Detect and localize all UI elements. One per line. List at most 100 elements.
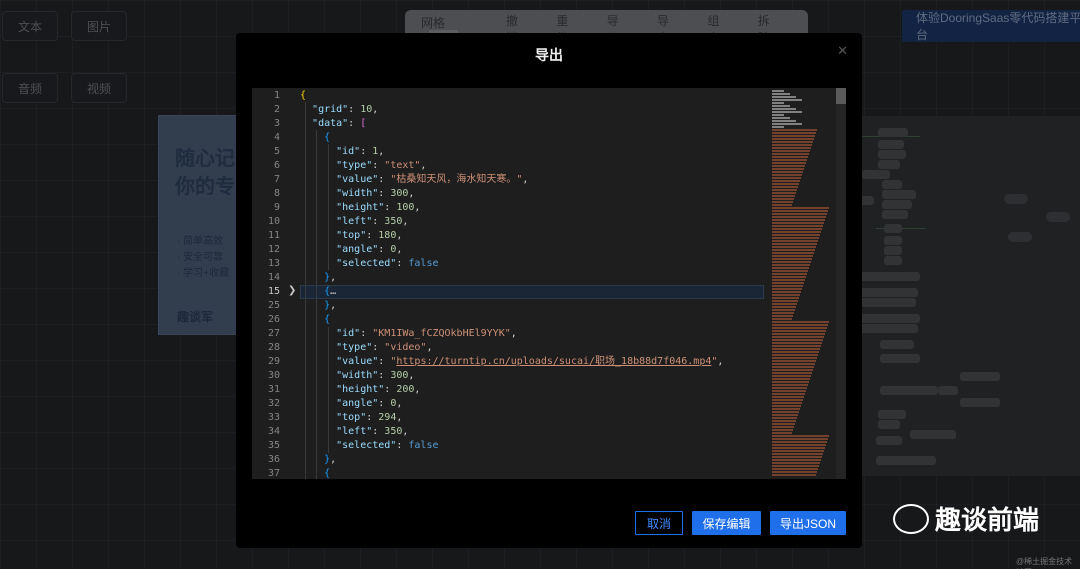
json-value: 1: [372, 146, 379, 157]
minimap-row: [772, 99, 802, 101]
minimap-row: [772, 405, 801, 407]
minimap-row: [772, 129, 817, 131]
save-edit-button[interactable]: 保存编辑: [692, 511, 761, 535]
minimap-row: [772, 288, 802, 290]
minimap-row: [772, 345, 821, 347]
code-line: "top": 294,: [336, 412, 403, 423]
json-value: "text": [384, 160, 421, 171]
minimap-row: [772, 180, 800, 182]
minimap-row: [772, 177, 801, 179]
watermark-text: 趣谈前端: [935, 505, 1040, 535]
code-line: "type": "text",: [336, 160, 427, 171]
minimap-row: [772, 435, 829, 437]
minimap-row: [772, 360, 816, 362]
json-value: "video": [384, 342, 427, 353]
scrollbar-thumb[interactable]: [836, 88, 846, 104]
minimap-row: [772, 108, 796, 110]
minimap-row: [772, 339, 823, 341]
json-value: 180: [378, 230, 397, 241]
line-number: 33: [267, 412, 280, 423]
minimap-row: [772, 141, 813, 143]
minimap-row: [772, 399, 803, 401]
minimap-row: [772, 429, 793, 431]
editor-scrollbar[interactable]: [836, 88, 846, 479]
minimap-row: [772, 234, 820, 236]
export-json-button[interactable]: 导出JSON: [770, 511, 846, 535]
minimap-row: [772, 336, 824, 338]
code-line: },: [324, 300, 337, 311]
minimap-row: [772, 315, 793, 317]
minimap-row: [772, 228, 822, 230]
json-value: "枯桑知天风，海水知天寒。": [390, 174, 523, 185]
code-line: "top": 180,: [336, 230, 403, 241]
code-line: "id": "KM1IWa_fCZQOkbHEl9YYK",: [336, 328, 517, 339]
line-number: 30: [267, 370, 280, 381]
json-value: 300: [390, 370, 409, 381]
minimap-row: [772, 162, 806, 164]
minimap-row: [772, 279, 805, 281]
minimap-row: [772, 297, 799, 299]
minimap-row: [772, 132, 816, 134]
code-line: "data": [: [312, 118, 367, 129]
minimap-row: [772, 309, 795, 311]
minimap-row: [772, 450, 824, 452]
minimap-row: [772, 171, 803, 173]
minimap-row: [772, 438, 828, 440]
line-number: 31: [267, 384, 280, 395]
minimap-row: [772, 159, 807, 161]
minimap-row: [772, 324, 828, 326]
code-minimap[interactable]: [770, 88, 834, 479]
line-number: 5: [273, 146, 280, 157]
line-number: 3: [273, 118, 280, 129]
code-line: {: [324, 314, 331, 325]
line-number: 37: [267, 468, 280, 479]
minimap-row: [772, 330, 826, 332]
code-line: "value": "枯桑知天风，海水知天寒。",: [336, 174, 529, 185]
minimap-row: [772, 369, 813, 371]
json-value: 100: [396, 202, 415, 213]
minimap-row: [772, 273, 807, 275]
line-number: 36: [267, 454, 280, 465]
minimap-row: [772, 462, 820, 464]
minimap-row: [772, 378, 810, 380]
minimap-row: [772, 147, 811, 149]
minimap-row: [772, 453, 823, 455]
fold-chevron-icon[interactable]: ❯: [288, 285, 296, 296]
line-number-active: 15: [267, 286, 280, 297]
minimap-row: [772, 165, 805, 167]
wechat-icon: [893, 503, 929, 534]
minimap-row: [772, 291, 801, 293]
line-number: 28: [267, 342, 280, 353]
minimap-row: [772, 381, 809, 383]
minimap-row: [772, 456, 822, 458]
code-line: "angle": 0,: [336, 398, 403, 409]
json-value: 300: [390, 188, 409, 199]
json-code-editor[interactable]: 1 2 3 4 5 6 7 8 9 10 11 12 13 14 15 25 2…: [252, 88, 846, 479]
close-icon[interactable]: ✕: [837, 43, 848, 59]
minimap-row: [772, 246, 816, 248]
minimap-row: [772, 126, 784, 128]
current-line-highlight: [300, 285, 764, 299]
code-line: "grid": 10,: [312, 104, 379, 115]
minimap-row: [772, 240, 818, 242]
minimap-row: [772, 333, 825, 335]
minimap-row: [772, 237, 819, 239]
line-number: 1: [273, 90, 280, 101]
json-value-link[interactable]: https://turntip.cn/uploads/sucai/职场_18b8…: [396, 356, 711, 367]
minimap-row: [772, 114, 784, 116]
code-line: {: [324, 468, 331, 479]
minimap-row: [772, 327, 827, 329]
code-line: {: [300, 90, 307, 101]
minimap-row: [772, 357, 817, 359]
json-value: 294: [378, 412, 397, 423]
line-number: 2: [273, 104, 280, 115]
cancel-button[interactable]: 取消: [635, 511, 683, 535]
minimap-row: [772, 372, 812, 374]
line-number: 29: [267, 356, 280, 367]
minimap-row: [772, 138, 814, 140]
minimap-row: [772, 408, 800, 410]
json-value: 0: [390, 244, 397, 255]
line-number: 34: [267, 426, 280, 437]
minimap-row: [772, 243, 817, 245]
code-line: "selected": false: [336, 440, 439, 451]
